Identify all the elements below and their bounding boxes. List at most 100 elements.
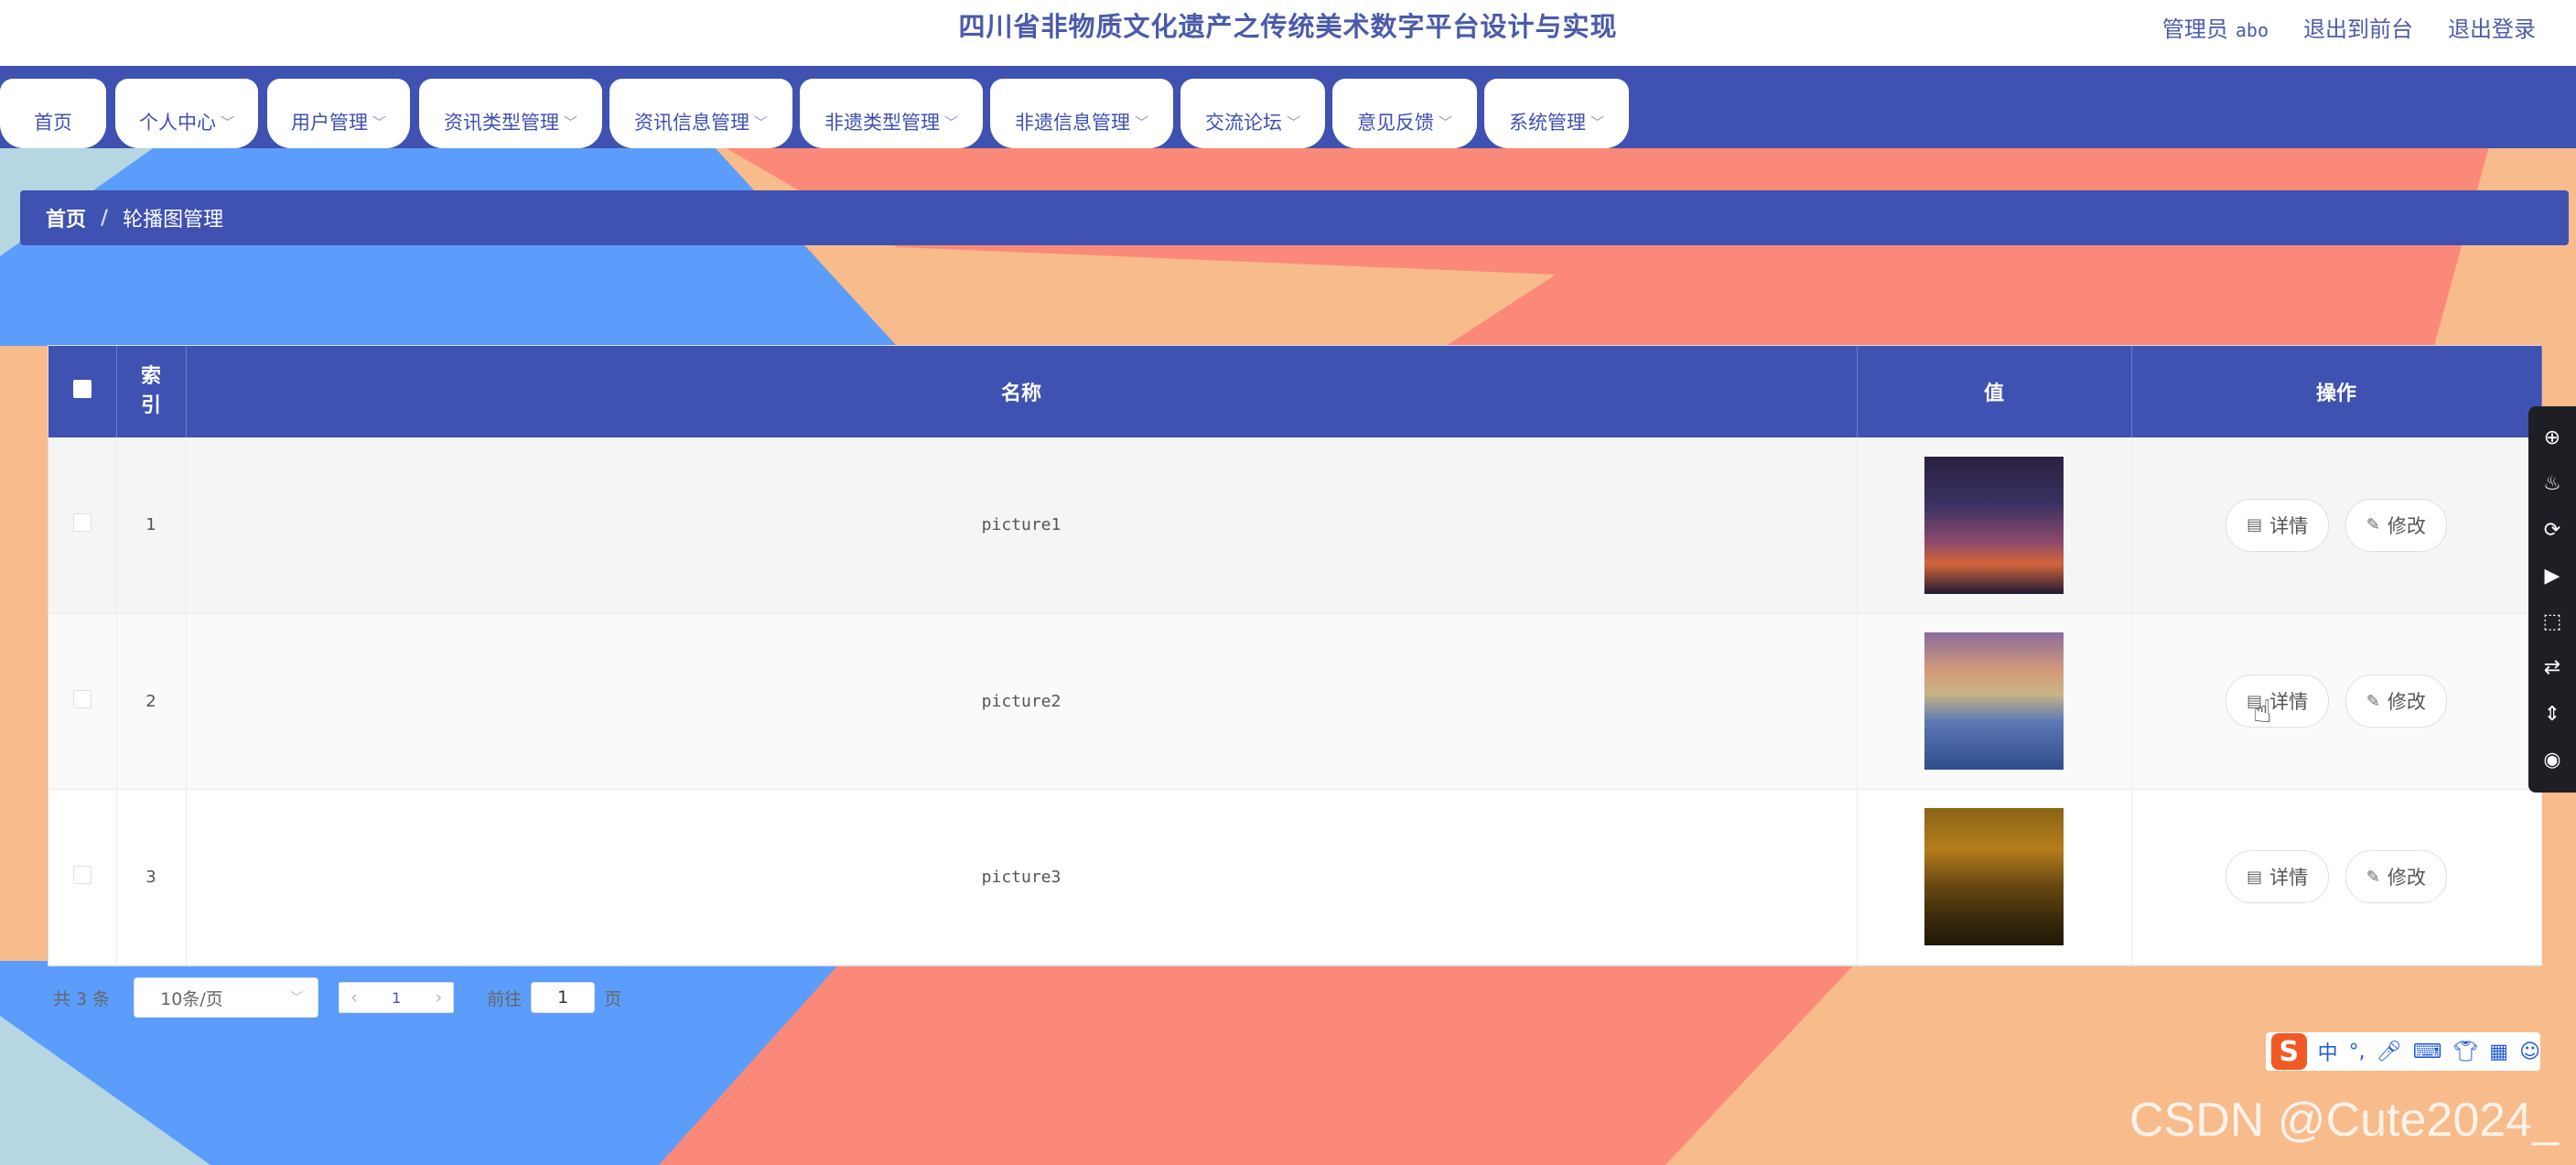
- row-value: [1857, 613, 2132, 790]
- chevron-down-icon: ﹀: [1134, 113, 1148, 131]
- edit-button[interactable]: ✎ 修改: [2344, 498, 2447, 552]
- goto-label: 前往: [487, 988, 523, 1009]
- edit-button[interactable]: ✎ 修改: [2344, 674, 2447, 728]
- chevron-down-icon: ﹀: [943, 113, 958, 131]
- nav-item-user-management[interactable]: 用户管理 ﹀: [267, 79, 410, 148]
- video-icon[interactable]: ▶: [2545, 566, 2560, 587]
- header-actions: 管理员 abo 退出到前台 退出登录: [2162, 11, 2536, 43]
- table-row: 1 picture1 ▤ 详情 ✎ 修改: [49, 437, 2542, 614]
- search-icon[interactable]: ⊕: [2544, 428, 2560, 448]
- detail-button[interactable]: ▤ 详情: [2226, 674, 2330, 728]
- carousel-image-thumbnail[interactable]: [1924, 632, 2064, 770]
- sogou-logo-icon[interactable]: S: [2271, 1033, 2307, 1070]
- flame-icon[interactable]: ♨: [2543, 474, 2561, 494]
- detail-button-label: 详情: [2269, 514, 2309, 537]
- nav-item-forum[interactable]: 交流论坛 ﹀: [1180, 79, 1325, 148]
- skin-icon[interactable]: 👕︎: [2452, 1041, 2478, 1063]
- row-select-cell: [49, 437, 117, 614]
- expand-icon[interactable]: ⇕: [2544, 704, 2560, 725]
- refresh-icon[interactable]: ⟳: [2544, 520, 2560, 541]
- row-checkbox[interactable]: [72, 513, 92, 533]
- punctuation-icon[interactable]: °,: [2349, 1041, 2366, 1063]
- breadcrumb: 首页 / 轮播图管理: [20, 190, 2569, 245]
- admin-username: abo: [2235, 19, 2269, 41]
- pencil-icon: ✎: [2366, 515, 2380, 535]
- mouse-cursor-icon: ☝: [2253, 694, 2272, 730]
- nav-item-label: 资讯类型管理: [443, 112, 559, 134]
- next-page-icon[interactable]: ›: [436, 987, 443, 1008]
- ime-language-toggle[interactable]: 中: [2318, 1037, 2338, 1066]
- document-icon: ▤: [2247, 515, 2263, 535]
- nav-item-label: 非遗信息管理: [1014, 112, 1130, 134]
- page-size-value: 10条/页: [160, 988, 223, 1009]
- prev-page-icon[interactable]: ‹: [350, 987, 358, 1008]
- breadcrumb-current: 轮播图管理: [123, 209, 224, 232]
- pencil-icon: ✎: [2366, 867, 2380, 887]
- row-name: picture1: [186, 437, 1858, 614]
- column-header-index: 索引: [116, 346, 187, 437]
- row-actions: ▤ 详情 ✎ 修改: [2131, 789, 2542, 965]
- floating-toolbar: ⊕ ♨ ⟳ ▶ ⬚ ⇄ ⇕ ◉: [2528, 406, 2576, 793]
- edit-button-label: 修改: [2387, 514, 2426, 537]
- row-index: 3: [116, 789, 187, 965]
- row-index: 1: [116, 437, 187, 614]
- nav-item-feedback[interactable]: 意见反馈 ﹀: [1332, 79, 1477, 148]
- logout-link[interactable]: 退出登录: [2448, 11, 2536, 43]
- microphone-icon[interactable]: 🎤︎: [2377, 1041, 2402, 1063]
- nav-item-label: 用户管理: [290, 112, 368, 134]
- table-header-row: 索引 名称 值 操作: [49, 346, 2542, 437]
- top-header: 四川省非物质文化遗产之传统美术数字平台设计与实现 管理员 abo 退出到前台 退出…: [0, 0, 2576, 66]
- apps-grid-icon[interactable]: ▦: [2489, 1041, 2508, 1063]
- swap-icon[interactable]: ⇄: [2544, 658, 2560, 678]
- table-row: 2 picture2 ▤ 详情 ✎ 修改: [49, 613, 2542, 790]
- nav-item-label: 首页: [34, 112, 72, 134]
- detail-button[interactable]: ▤ 详情: [2226, 498, 2330, 552]
- page-size-select[interactable]: 10条/页 ﹀: [134, 977, 319, 1018]
- breadcrumb-home[interactable]: 首页: [46, 203, 86, 232]
- admin-info: 管理员 abo: [2162, 11, 2269, 43]
- nav-item-label: 资讯信息管理: [633, 112, 749, 134]
- chevron-down-icon: ﹀: [290, 991, 304, 1006]
- column-header-name: 名称: [186, 346, 1858, 437]
- row-checkbox[interactable]: [72, 689, 92, 708]
- row-actions: ▤ 详情 ✎ 修改: [2131, 437, 2542, 614]
- column-header-actions: 操作: [2131, 346, 2542, 437]
- nav-item-heritage-type[interactable]: 非遗类型管理 ﹀: [800, 79, 983, 148]
- carousel-image-thumbnail[interactable]: [1924, 456, 2064, 594]
- row-checkbox[interactable]: [72, 865, 92, 884]
- nav-item-system[interactable]: 系统管理 ﹀: [1484, 79, 1629, 148]
- select-all-checkbox[interactable]: [72, 380, 92, 398]
- goto-page-input[interactable]: 1: [531, 982, 596, 1013]
- chevron-down-icon: ﹀: [563, 113, 577, 131]
- pencil-icon: ✎: [2366, 691, 2380, 711]
- pagination: 共 3 条 10条/页 ﹀ ‹ 1 › 前往 1 页: [53, 977, 621, 1018]
- current-page-number[interactable]: 1: [392, 989, 401, 1007]
- nav-item-heritage-info[interactable]: 非遗信息管理 ﹀: [990, 79, 1173, 148]
- detail-button[interactable]: ▤ 详情: [2226, 850, 2330, 903]
- go-front-link[interactable]: 退出到前台: [2303, 11, 2413, 43]
- table-row: 3 picture3 ▤ 详情 ✎ 修改: [49, 789, 2542, 965]
- row-index: 2: [116, 613, 187, 790]
- document-icon: ▤: [2247, 867, 2263, 887]
- chevron-down-icon: ﹀: [372, 113, 386, 131]
- nav-item-label: 个人中心: [138, 112, 216, 134]
- nav-item-news-info[interactable]: 资讯信息管理 ﹀: [609, 79, 792, 148]
- crop-icon[interactable]: ⬚: [2543, 612, 2562, 632]
- nav-item-label: 非遗类型管理: [824, 112, 940, 134]
- keyboard-icon[interactable]: ⌨: [2413, 1041, 2442, 1063]
- emoji-icon[interactable]: ☺: [2519, 1041, 2540, 1063]
- carousel-image-thumbnail[interactable]: [1924, 808, 2064, 945]
- nav-item-news-type[interactable]: 资讯类型管理 ﹀: [419, 79, 602, 148]
- edit-button-label: 修改: [2387, 691, 2426, 713]
- edit-button-label: 修改: [2387, 867, 2426, 889]
- camera-icon[interactable]: ◉: [2543, 750, 2560, 771]
- chevron-down-icon: ﹀: [753, 113, 768, 131]
- nav-item-home[interactable]: 首页: [0, 79, 106, 148]
- breadcrumb-separator: /: [101, 206, 109, 230]
- row-actions: ▤ 详情 ✎ 修改: [2131, 613, 2542, 790]
- carousel-table: 索引 名称 值 操作 1 picture1 ▤ 详情 ✎ 修改 2 picture2: [48, 345, 2542, 966]
- detail-button-label: 详情: [2269, 691, 2309, 713]
- edit-button[interactable]: ✎ 修改: [2344, 850, 2447, 903]
- detail-button-label: 详情: [2269, 867, 2309, 889]
- nav-item-personal-center[interactable]: 个人中心 ﹀: [115, 79, 258, 148]
